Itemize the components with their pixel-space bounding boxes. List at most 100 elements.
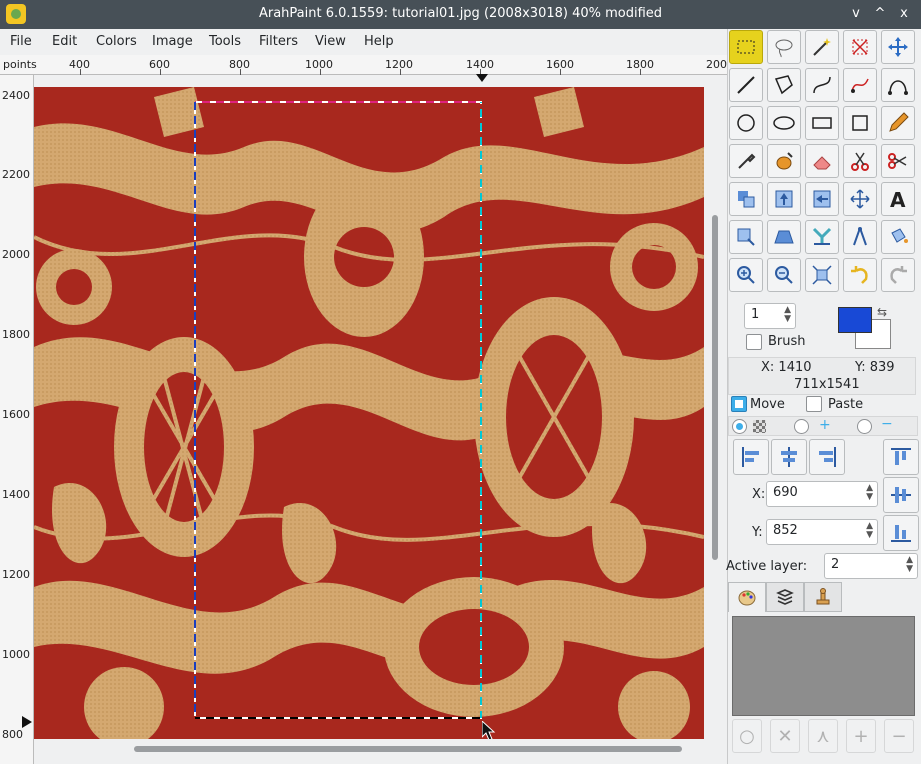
close-button[interactable]: x [895,5,913,23]
menu-edit[interactable]: Edit [52,34,77,49]
ruler-tick-label: 1200 [2,568,30,581]
resize-tool-button[interactable] [843,182,877,216]
fill-tool-button[interactable] [767,144,801,178]
menu-file[interactable]: File [10,34,32,49]
brush-size-spinner[interactable]: 1 ▲ ▼ [744,303,796,329]
spinner-arrows-icon[interactable]: ▲ ▼ [866,484,873,502]
add-layer-button[interactable]: + [846,719,876,753]
eyedropper-tool-button[interactable] [729,144,763,178]
title-bar: ArahPaint 6.0.1559: tutorial01.jpg (2008… [0,0,921,29]
align-top-icon [891,448,911,465]
text-tool-button[interactable]: A [881,182,915,216]
damask-pattern-image [34,87,704,739]
merge-button[interactable]: ⋏ [808,719,838,753]
lightbulb-button[interactable]: ○ [732,719,762,753]
transparent-radio[interactable] [732,419,747,434]
ruler-tick [160,69,161,75]
active-layer-spinner[interactable]: 2 ▲ ▼ [824,553,918,579]
position-x-spinner[interactable]: 690 ▲ ▼ [766,481,878,507]
align-top-button[interactable] [883,439,919,475]
menu-image[interactable]: Image [152,34,193,49]
plus-icon: + [819,417,831,433]
rect-select-tool-button[interactable] [729,30,763,64]
fit-tool-button[interactable] [805,258,839,292]
perspective-tool-button[interactable] [767,220,801,254]
move-arrows-tool-button[interactable] [881,30,915,64]
position-y-spinner[interactable]: 852 ▲ ▼ [766,519,878,545]
bucket-tool-button[interactable] [881,220,915,254]
menu-view[interactable]: View [315,34,346,49]
oval-tool-button[interactable] [767,106,801,140]
minimize-button[interactable]: v [847,5,865,23]
align-center-button[interactable] [771,439,807,475]
add-radio[interactable] [794,419,809,434]
spinner-arrows-icon[interactable]: ▲ ▼ [784,306,791,324]
maximize-button[interactable]: ^ [871,5,889,23]
tab-layers[interactable] [766,582,804,612]
flip-vertical-tool-button[interactable] [767,182,801,216]
zoom-out-tool-button[interactable] [767,258,801,292]
cut-tool-button[interactable] [881,144,915,178]
vertical-scrollbar[interactable] [704,75,727,764]
square-tool-button[interactable] [843,106,877,140]
paste-checkbox[interactable] [806,396,822,412]
magic-wand-tool-button[interactable] [805,30,839,64]
cursor-y-readout: Y: 839 [855,360,895,375]
cursor-info-panel: X: 1410 Y: 839 711x1541 [728,357,916,395]
transform-tool-button[interactable] [729,220,763,254]
horizontal-scroll-thumb[interactable] [134,746,682,752]
align-middle-button[interactable] [883,477,919,513]
rectangle-tool-button[interactable] [805,106,839,140]
crop-tool-button[interactable] [843,30,877,64]
tab-stamp[interactable] [804,582,842,612]
lightbulb-icon: ○ [739,725,755,747]
symmetry-tool-button[interactable] [805,220,839,254]
undo-icon [851,266,868,284]
align-left-button[interactable] [733,439,769,475]
remove-layer-button[interactable]: − [884,719,914,753]
bezier-tool-button[interactable] [881,68,915,102]
zoom-in-tool-button[interactable] [729,258,763,292]
ruler-tick [80,69,81,75]
spinner-arrows-icon[interactable]: ▲ ▼ [906,556,913,574]
freehand-curve-tool-button[interactable] [843,68,877,102]
subtract-radio[interactable] [857,419,872,434]
ellipse-tool-button[interactable] [729,106,763,140]
line-tool-button[interactable] [729,68,763,102]
move-checkbox[interactable] [731,396,747,412]
menu-filters[interactable]: Filters [259,34,298,49]
compass-tool-button[interactable] [843,220,877,254]
image-canvas[interactable] [34,87,704,739]
ruler-tick-label: 1200 [385,58,413,71]
menu-tools[interactable]: Tools [209,34,241,49]
horizontal-ruler: points 400 600 800 1000 1200 1400 1600 1… [0,55,727,82]
align-bottom-button[interactable] [883,515,919,551]
clone-tool-button[interactable] [729,182,763,216]
align-right-button[interactable] [809,439,845,475]
align-bottom-icon [891,525,911,542]
pencil-tool-button[interactable] [881,106,915,140]
scissors-tool-button[interactable] [843,144,877,178]
brush-checkbox[interactable] [746,334,762,350]
oval-icon [773,116,795,130]
eraser-tool-button[interactable] [805,144,839,178]
layer-preview-area[interactable] [732,616,915,716]
delete-button[interactable]: ✕ [770,719,800,753]
swap-colors-icon[interactable]: ⇆ [877,305,887,319]
tab-palette[interactable] [728,582,766,612]
ruler-unit: points [3,58,37,71]
menu-colors[interactable]: Colors [96,34,137,49]
polygon-tool-button[interactable] [767,68,801,102]
menu-help[interactable]: Help [364,34,394,49]
primary-color-swatch[interactable] [838,307,872,333]
vertical-scroll-thumb[interactable] [712,215,718,560]
bucket-icon [891,228,908,243]
spinner-arrows-icon[interactable]: ▲ ▼ [866,522,873,540]
flip-horizontal-tool-button[interactable] [805,182,839,216]
redo-tool-button[interactable] [881,258,915,292]
curve-tool-button[interactable] [805,68,839,102]
undo-tool-button[interactable] [843,258,877,292]
horizontal-scrollbar[interactable] [34,739,704,764]
ruler-tick-label: 800 [2,728,23,741]
lasso-tool-button[interactable] [767,30,801,64]
